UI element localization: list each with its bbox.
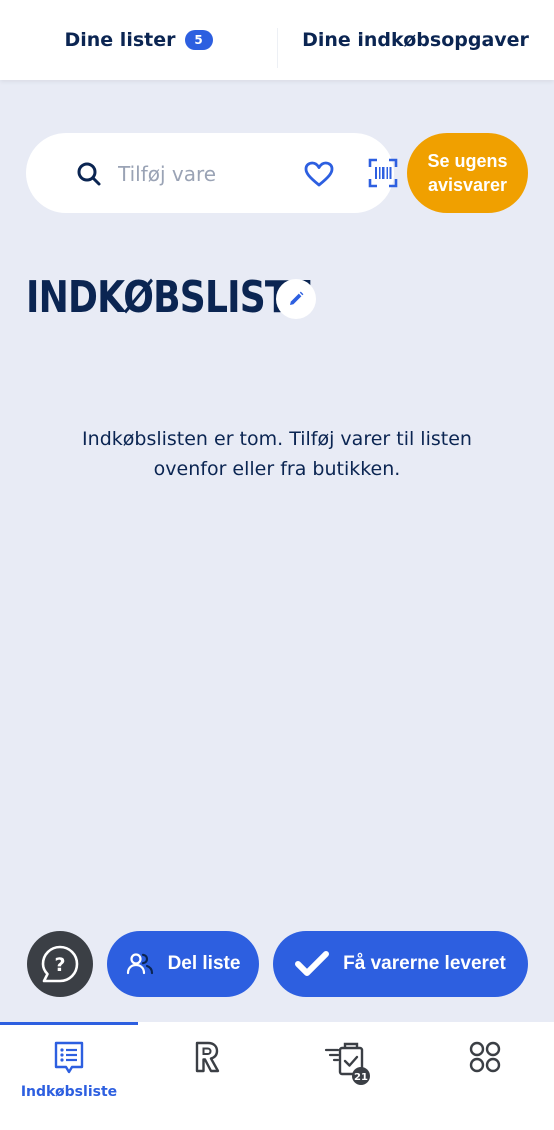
search-icon (77, 162, 101, 186)
weekly-deals-line1: Se ugens (427, 151, 508, 171)
svg-text:?: ? (54, 954, 65, 976)
list-icon (54, 1041, 84, 1074)
top-tab-bar: Dine lister 5 Dine indkøbsopgaver (0, 0, 554, 80)
help-chat-icon: ? (41, 945, 79, 983)
page-title: INDKØBSLISTE (26, 272, 313, 323)
people-icon (126, 953, 153, 975)
tab-your-lists-label: Dine lister (64, 29, 176, 51)
search-bar[interactable] (26, 133, 398, 213)
heart-icon[interactable] (303, 160, 335, 188)
help-button[interactable]: ? (27, 931, 93, 997)
nav-item-shopping-list[interactable]: Indkøbsliste (0, 1022, 138, 1130)
empty-list-message: Indkøbslisten er tom. Tilføj varer til l… (60, 424, 494, 484)
get-delivered-label: Få varerne leveret (343, 953, 506, 974)
weekly-deals-button[interactable]: Se ugens avisvarer (407, 133, 528, 213)
search-input[interactable] (118, 157, 288, 191)
lists-count-badge: 5 (184, 30, 213, 50)
pencil-icon (290, 291, 304, 305)
nav-item-rema[interactable] (138, 1022, 276, 1130)
empty-list-line2: ovenfor eller fra butikken. (153, 458, 401, 480)
tasks-icon: 21 (324, 1042, 370, 1085)
checkmark-icon (295, 951, 330, 976)
tasks-count-badge: 21 (354, 1072, 368, 1083)
share-list-button[interactable]: Del liste (107, 931, 259, 997)
edit-title-button[interactable] (276, 279, 316, 319)
tab-your-lists[interactable]: Dine lister 5 (0, 0, 277, 80)
nav-shopping-list-label: Indkøbsliste (20, 1084, 118, 1100)
get-delivered-button[interactable]: Få varerne leveret (273, 931, 528, 997)
nav-item-more[interactable] (416, 1022, 554, 1130)
tab-shopping-tasks[interactable]: Dine indkøbsopgaver (277, 0, 554, 80)
apps-grid-icon (469, 1041, 501, 1073)
nav-item-tasks[interactable]: 21 (277, 1022, 415, 1130)
weekly-deals-line2: avisvarer (427, 175, 508, 195)
share-list-label: Del liste (167, 953, 241, 974)
rema-r-icon (195, 1041, 220, 1073)
tab-shopping-tasks-label: Dine indkøbsopgaver (302, 29, 529, 51)
tab-divider (277, 28, 278, 68)
empty-list-line1: Indkøbslisten er tom. Tilføj varer til l… (82, 428, 472, 450)
bottom-navigation: Indkøbsliste 21 (0, 1022, 554, 1130)
barcode-scan-icon[interactable] (367, 157, 399, 189)
